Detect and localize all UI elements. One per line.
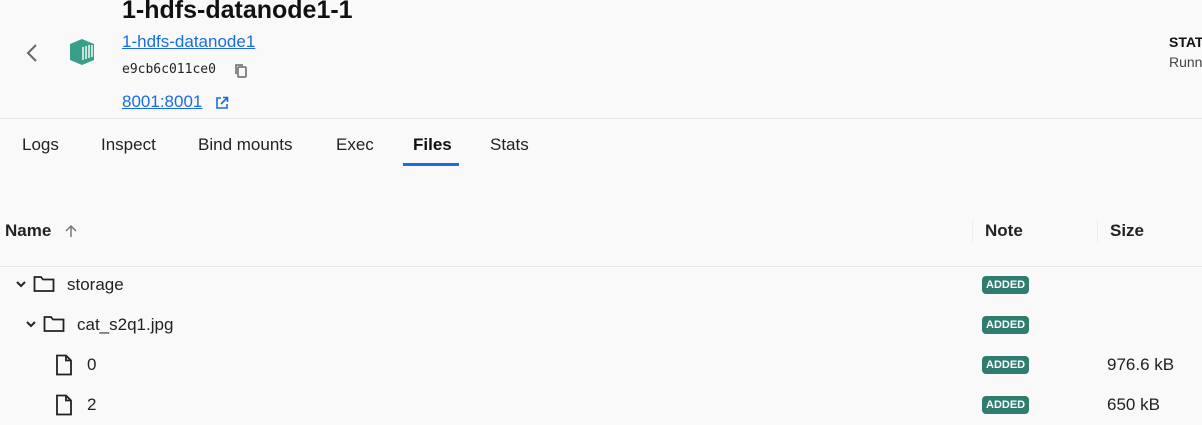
- chevron-down-icon[interactable]: [15, 279, 27, 289]
- file-icon: [56, 354, 72, 376]
- status-badge: ADDED: [982, 276, 1030, 294]
- tab-bind-mounts[interactable]: Bind mounts: [198, 135, 293, 155]
- status-badge: ADDED: [982, 316, 1030, 334]
- tab-stats[interactable]: Stats: [490, 135, 529, 155]
- file-name: cat_s2q1.jpg: [77, 315, 174, 334]
- header-divider: [0, 118, 1202, 119]
- container-id: e9cb6c011ce0: [122, 62, 216, 77]
- file-name: 2: [87, 395, 97, 414]
- chevron-left-icon: [26, 44, 37, 62]
- file-icon: [56, 394, 72, 416]
- column-separator[interactable]: [1097, 220, 1098, 242]
- column-header-note[interactable]: Note: [985, 221, 1023, 241]
- table-row[interactable]: 2 ADDED 650 kB: [0, 385, 1202, 425]
- column-header-size[interactable]: Size: [1110, 221, 1144, 241]
- file-size: 976.6 kB: [1107, 355, 1175, 374]
- back-button[interactable]: [24, 42, 40, 64]
- file-name: storage: [67, 275, 124, 294]
- table-row[interactable]: storage ADDED: [0, 265, 1202, 305]
- sort-ascending-icon[interactable]: [64, 223, 78, 239]
- column-header-name[interactable]: Name: [5, 221, 51, 241]
- status-label: STATUS: [1169, 34, 1202, 50]
- active-tab-indicator: [403, 163, 459, 166]
- copy-icon[interactable]: [234, 63, 248, 78]
- column-separator[interactable]: [972, 220, 973, 242]
- file-size: 650 kB: [1107, 395, 1160, 414]
- image-link[interactable]: 1-hdfs-datanode1: [122, 32, 255, 52]
- tab-logs[interactable]: Logs: [22, 135, 59, 155]
- status-value: Running: [1169, 54, 1202, 70]
- folder-icon: [33, 276, 55, 292]
- table-row[interactable]: 0 ADDED 976.6 kB: [0, 345, 1202, 385]
- chevron-down-icon[interactable]: [25, 319, 37, 329]
- table-row[interactable]: cat_s2q1.jpg ADDED: [0, 305, 1202, 345]
- tab-exec[interactable]: Exec: [336, 135, 374, 155]
- status-badge: ADDED: [982, 356, 1030, 374]
- file-name: 0: [87, 355, 97, 374]
- status-badge: ADDED: [982, 396, 1030, 414]
- container-title: 1-hdfs-datanode1-1: [122, 0, 353, 24]
- external-link-icon[interactable]: [215, 96, 229, 110]
- port-link[interactable]: 8001:8001: [122, 92, 202, 112]
- tab-inspect[interactable]: Inspect: [101, 135, 156, 155]
- container-icon: [66, 38, 98, 68]
- tab-files[interactable]: Files: [413, 135, 452, 155]
- folder-icon: [43, 316, 65, 332]
